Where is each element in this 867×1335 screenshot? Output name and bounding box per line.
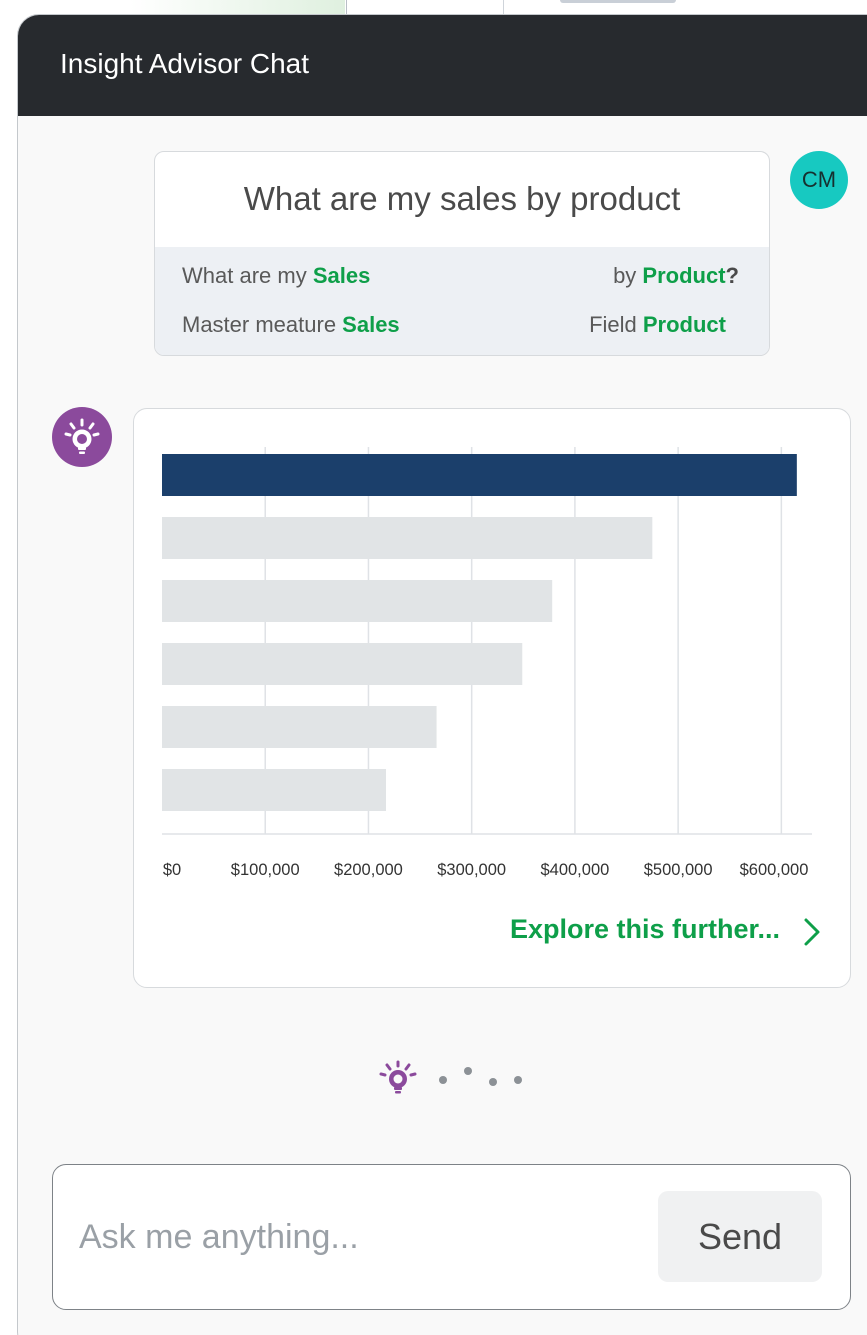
user-query-card: What are my sales by product What are my… xyxy=(154,151,770,356)
chat-title: Insight Advisor Chat xyxy=(60,48,310,79)
bar[interactable] xyxy=(162,454,797,496)
dimension-term: Product xyxy=(642,263,726,288)
interpretation-dimension-source: Field Product xyxy=(589,312,726,337)
measure-term: Sales xyxy=(312,263,371,288)
bar[interactable] xyxy=(162,580,553,622)
typing-indicator xyxy=(378,1060,538,1100)
interpretation-measure: What are my Sales xyxy=(182,263,371,288)
bar[interactable] xyxy=(162,706,437,748)
lightbulb-icon xyxy=(379,1060,417,1094)
bar[interactable] xyxy=(162,769,386,811)
chat-input-bar: Send xyxy=(52,1164,851,1310)
explore-further-link[interactable]: Explore this further... xyxy=(482,914,822,948)
user-query-text: What are my sales by product xyxy=(243,180,681,217)
query-interpretation: What are my Sales by Product? Master mea… xyxy=(155,247,769,355)
user-avatar: CM xyxy=(790,151,848,209)
dimension-term: Product xyxy=(642,312,726,337)
x-tick-label: $200,000 xyxy=(334,861,403,879)
x-tick-label: $400,000 xyxy=(540,861,610,879)
chat-header: Insight Advisor Chat xyxy=(18,15,867,116)
chat-panel: Insight Advisor Chat What are my sales b… xyxy=(17,14,867,1335)
ask-input[interactable] xyxy=(79,1213,639,1261)
send-button[interactable]: Send xyxy=(658,1191,822,1282)
explore-further-label: Explore this further... xyxy=(509,914,780,944)
typing-dots xyxy=(439,1067,522,1086)
x-tick-label: $600,000 xyxy=(739,861,809,879)
interpretation-dimension: by Product? xyxy=(613,263,739,288)
x-tick-label: $500,000 xyxy=(643,861,713,879)
interpretation-row: What are my Sales by Product? xyxy=(182,263,739,293)
chart-card: $0 $100,000 $200,000 $300,000 $400,000 $500,0… xyxy=(133,408,851,988)
background-tab xyxy=(560,0,676,3)
x-tick-label: $300,000 xyxy=(437,861,507,879)
bar[interactable] xyxy=(162,517,653,559)
lightbulb-icon xyxy=(64,418,100,454)
interpretation-row: Master meature Sales Field Product xyxy=(182,312,739,342)
interpretation-measure-source: Master meature Sales xyxy=(182,312,400,337)
sales-bar-chart xyxy=(162,447,812,835)
measure-term: Sales xyxy=(342,312,400,337)
x-tick-label: $0 xyxy=(162,861,182,879)
chevron-right-icon xyxy=(804,918,820,946)
x-tick-label: $100,000 xyxy=(230,861,300,879)
bot-avatar xyxy=(52,407,112,467)
bar[interactable] xyxy=(162,643,523,685)
